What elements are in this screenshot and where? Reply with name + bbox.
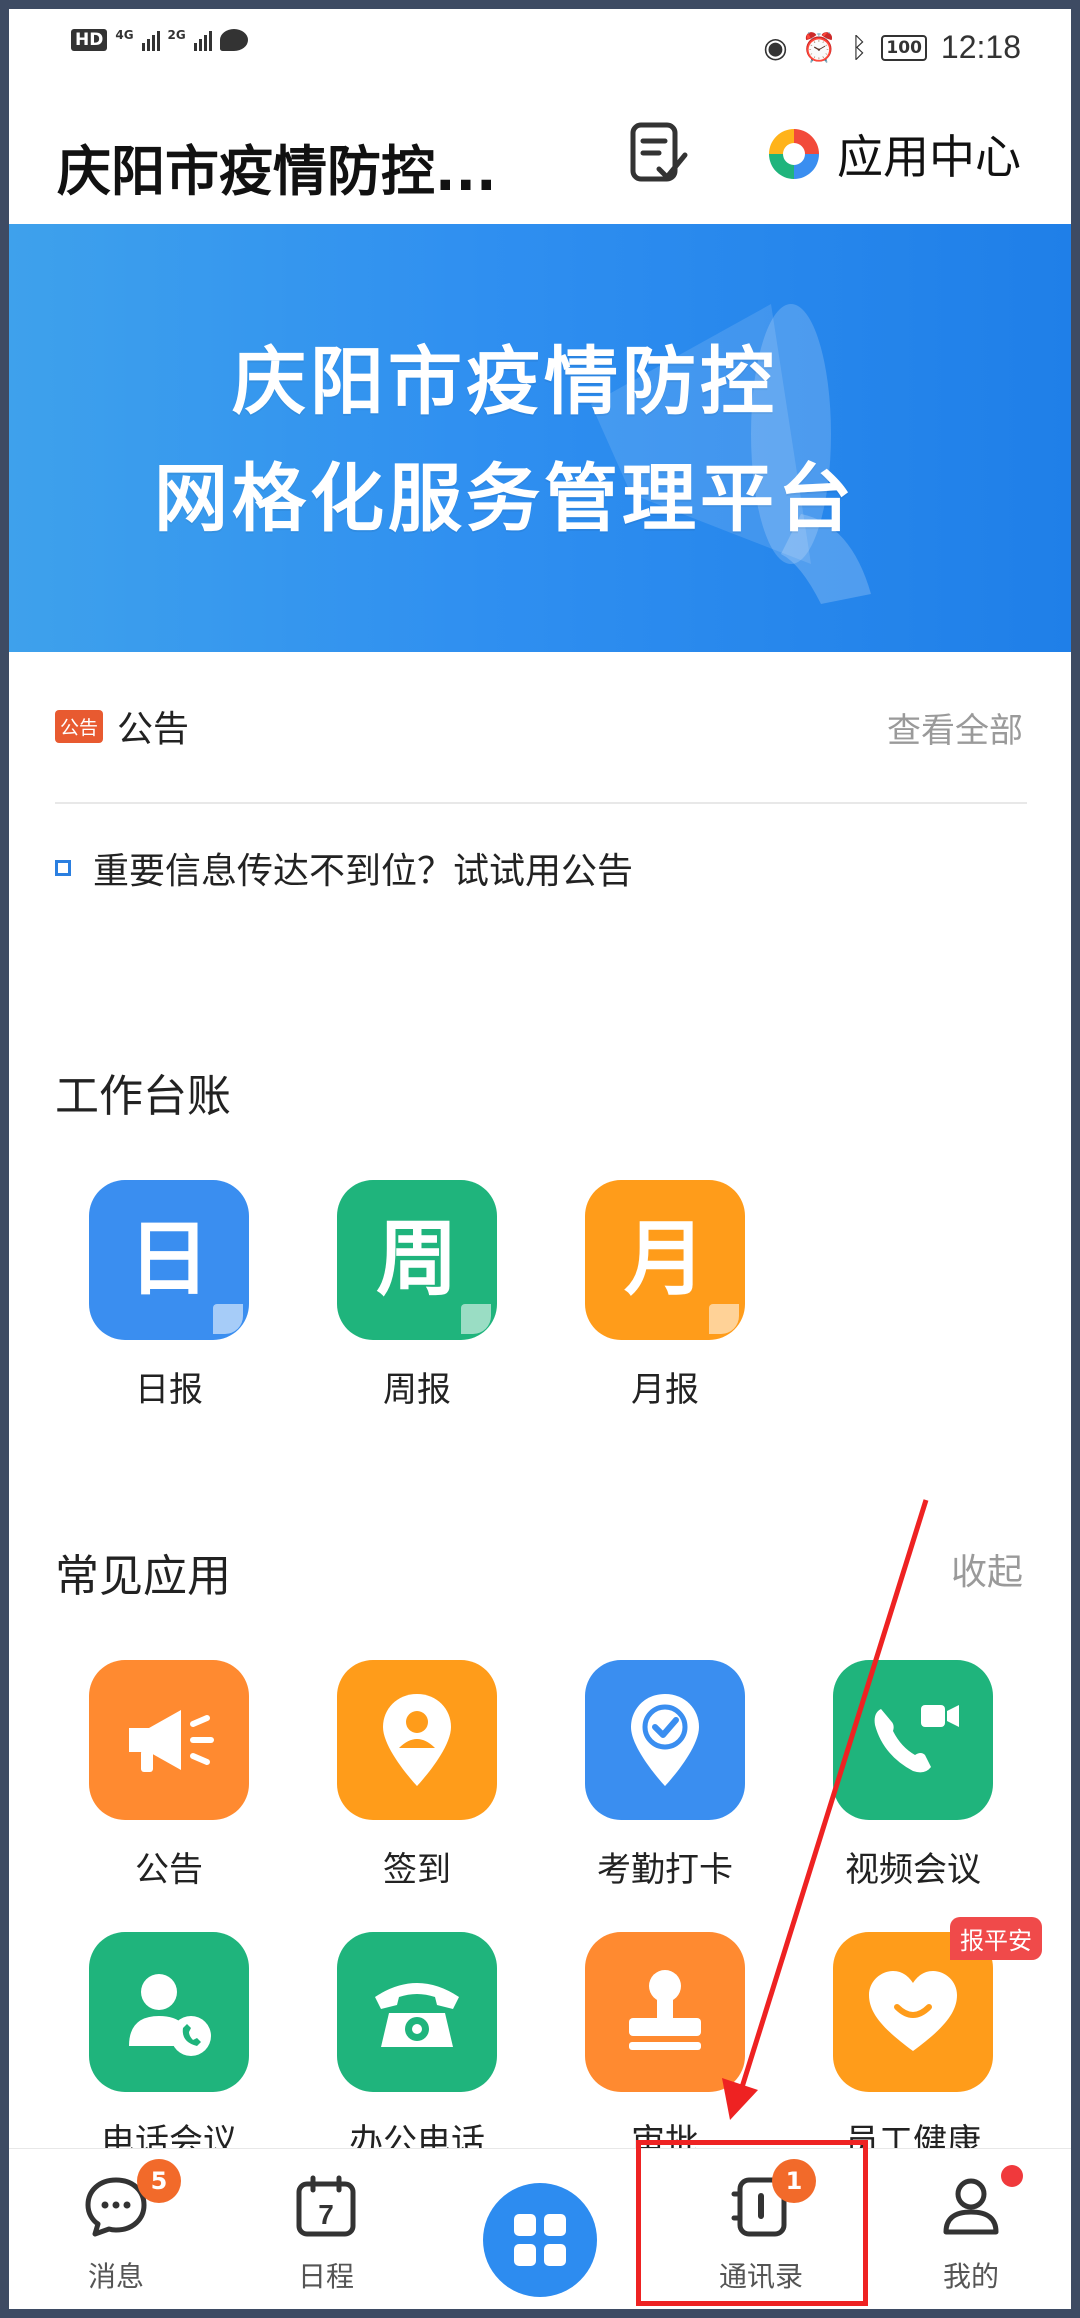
banner-title-line2: 网格化服务管理平台 [154, 456, 856, 542]
app-label: 签到 [383, 1850, 451, 1890]
signal-icon [141, 29, 160, 51]
app-phone-meeting[interactable]: 电话会议 [89, 1932, 249, 2163]
grid-icon [514, 2214, 566, 2266]
app-grid-button[interactable] [483, 2183, 597, 2297]
page-title[interactable]: 庆阳市疫情防控... [57, 127, 497, 206]
telephone-icon [337, 1932, 497, 2092]
tab-messages[interactable]: 5 消息 [31, 2149, 201, 2310]
app-center-button[interactable]: 应用中心 [765, 121, 1021, 187]
app-label: 考勤打卡 [597, 1850, 733, 1890]
todo-list-icon[interactable] [629, 121, 689, 185]
daily-report-icon: 日 [89, 1180, 249, 1340]
collapse-link[interactable]: 收起 [951, 1543, 1023, 1595]
video-call-icon [833, 1660, 993, 1820]
clock: 12:18 [940, 29, 1021, 65]
banner[interactable]: 庆阳市疫情防控 网格化服务管理平台 [9, 224, 1071, 652]
app-check-in[interactable]: 签到 [337, 1660, 497, 1891]
banner-title-line1: 庆阳市疫情防控 [232, 339, 778, 425]
check-pin-icon [585, 1660, 745, 1820]
notice-item-text: 重要信息传达不到位？试试用公告 [93, 851, 634, 892]
app-header: 庆阳市疫情防控... 应用中心 [9, 89, 1071, 224]
report-safe-ribbon: 报平安 [950, 1917, 1042, 1960]
app-weekly-report[interactable]: 周 周报 [337, 1180, 497, 1411]
profile-notification-dot [1001, 2165, 1023, 2187]
app-approval[interactable]: 审批 [585, 1932, 745, 2163]
messages-badge: 5 [137, 2159, 181, 2203]
status-right: ◉ ⏰ ᛒ 100 12:18 [763, 29, 1021, 66]
contacts-highlight-box [636, 2140, 868, 2306]
app-announcement[interactable]: 公告 [89, 1660, 249, 1891]
weekly-report-icon: 周 [337, 1180, 497, 1340]
bottom-nav: 5 消息 7 日程 1 通讯录 我的 [9, 2148, 1071, 2309]
alarm-icon: ⏰ [801, 30, 837, 64]
app-center-logo-icon [769, 129, 819, 179]
notice-list-item[interactable]: 重要信息传达不到位？试试用公告 [55, 842, 633, 894]
divider [55, 802, 1027, 804]
profile-icon [943, 2178, 999, 2235]
app-label: 周报 [383, 1370, 451, 1410]
tab-profile[interactable]: 我的 [886, 2149, 1056, 2310]
status-left: HD 4G 2G [71, 29, 248, 51]
monthly-report-icon: 月 [585, 1180, 745, 1340]
notice-title: 公告 [117, 709, 190, 750]
work-ledger-title: 工作台账 [55, 1071, 231, 1122]
calendar-day-label: 7 [318, 2199, 334, 2230]
bluetooth-icon: ᛒ [850, 30, 868, 64]
hd-indicator: HD [71, 29, 108, 51]
signal-icon [193, 29, 212, 51]
network-4g-label: 4G [115, 28, 134, 42]
app-office-phone[interactable]: 办公电话 [337, 1932, 497, 2163]
message-notification-icon [219, 29, 248, 51]
app-label: 日报 [135, 1370, 203, 1410]
battery-icon: 100 [881, 34, 927, 61]
app-label: 月报 [631, 1370, 699, 1410]
eye-icon: ◉ [763, 30, 788, 64]
app-daily-report[interactable]: 日 日报 [89, 1180, 249, 1411]
megaphone-icon [89, 1660, 249, 1820]
status-bar: HD 4G 2G ◉ ⏰ ᛒ 100 12:18 [9, 9, 1071, 89]
notice-tag-badge: 公告 [55, 709, 104, 743]
notice-header: 公告 公告 [55, 700, 189, 752]
tab-label: 日程 [297, 2260, 354, 2293]
tab-schedule[interactable]: 7 日程 [241, 2149, 411, 2310]
network-2g-label: 2G [167, 28, 186, 42]
app-employee-health[interactable]: 员工健康 [833, 1932, 993, 2163]
app-video-meeting[interactable]: 视频会议 [833, 1660, 993, 1891]
common-apps-title: 常见应用 [55, 1551, 231, 1602]
tab-label: 我的 [942, 2260, 999, 2293]
view-all-link[interactable]: 查看全部 [887, 703, 1023, 752]
location-pin-icon [337, 1660, 497, 1820]
person-phone-icon [89, 1932, 249, 2092]
calendar-icon: 7 [296, 2175, 356, 2237]
bullet-icon [55, 860, 71, 876]
app-label: 视频会议 [845, 1850, 981, 1890]
stamp-icon [585, 1932, 745, 2092]
app-center-label: 应用中心 [837, 130, 1021, 184]
app-label: 公告 [135, 1850, 203, 1890]
app-attendance[interactable]: 考勤打卡 [585, 1660, 745, 1891]
tab-label: 消息 [87, 2260, 144, 2293]
app-monthly-report[interactable]: 月 月报 [585, 1180, 745, 1411]
